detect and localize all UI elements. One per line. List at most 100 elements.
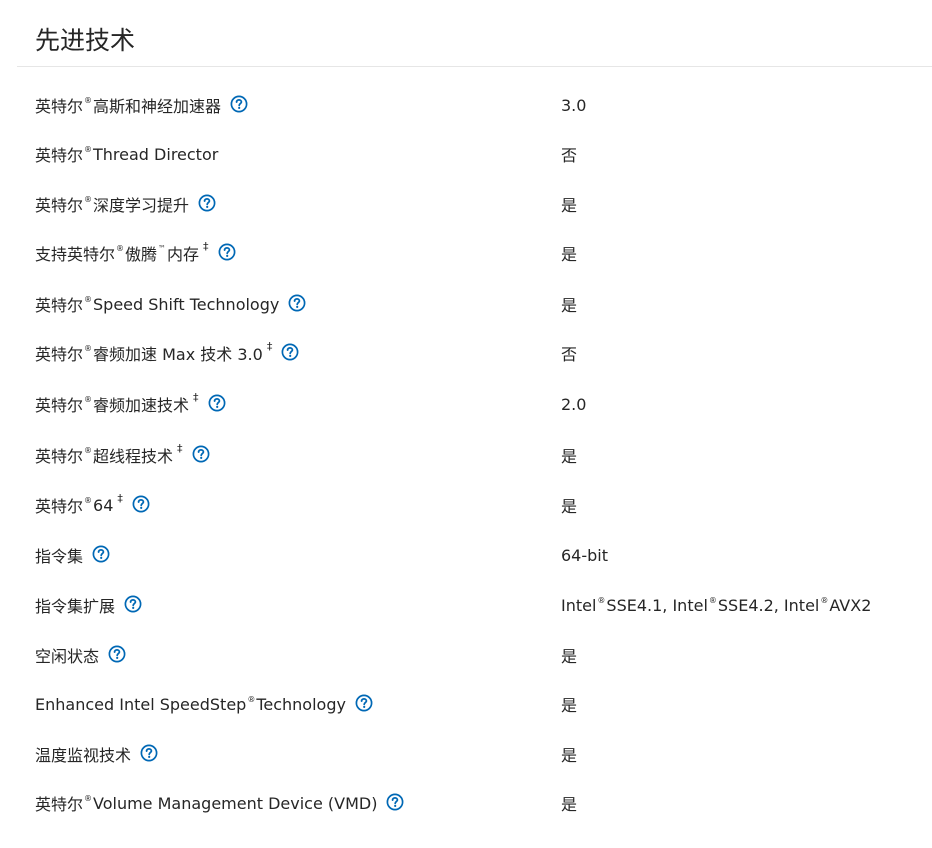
label-text: 深度学习提升 xyxy=(93,196,190,215)
spec-label: 英特尔 ® Speed Shift Technology xyxy=(35,279,306,329)
help-circle-icon[interactable] xyxy=(140,744,158,762)
dagger-mark: ‡ xyxy=(266,339,273,353)
label-text: 英特尔 xyxy=(35,296,84,315)
spec-value: 否 xyxy=(561,146,578,165)
help-circle-icon[interactable] xyxy=(230,95,248,113)
spec-row: 英特尔 ® 睿频加速 Max 技术 3.0 ‡ 否 xyxy=(0,328,932,378)
label-text: 64 xyxy=(93,495,114,515)
spec-row: 英特尔 ® 64 ‡ 是 xyxy=(0,480,932,530)
spec-value: 是 xyxy=(561,245,578,264)
registered-mark: ® xyxy=(247,694,256,704)
help-circle-icon[interactable] xyxy=(124,595,142,613)
help-circle-icon[interactable] xyxy=(132,495,150,513)
spec-label: 空闲状态 xyxy=(35,630,126,680)
label-text: Volume Management Device (VMD) xyxy=(93,793,378,813)
label-text: 内存 xyxy=(167,245,200,264)
registered-mark: ® xyxy=(597,595,606,605)
spec-row: 英特尔 ® 深度学习提升 是 xyxy=(0,179,932,229)
spec-row: 英特尔 ® Speed Shift Technology 是 xyxy=(0,279,932,329)
value-text: SSE4.1, Intel xyxy=(606,595,708,615)
spec-row: 支持英特尔 ® 傲腾 ™ 内存 ‡ 是 xyxy=(0,228,932,278)
registered-mark: ® xyxy=(84,394,93,404)
spec-label: 英特尔 ® 睿频加速技术 ‡ xyxy=(35,379,226,429)
help-circle-icon[interactable] xyxy=(281,343,299,361)
label-text: 傲腾 xyxy=(125,245,158,264)
label-text: Technology xyxy=(256,694,346,714)
label-text: 睿频加速 Max 技术 3.0 xyxy=(93,345,263,364)
spec-row: 英特尔 ® 睿频加速技术 ‡ 2.0 xyxy=(0,379,932,429)
registered-mark: ® xyxy=(708,595,717,605)
label-text: 英特尔 xyxy=(35,396,84,415)
spec-value: 是 xyxy=(561,296,578,315)
spec-value: 64-bit xyxy=(561,545,609,565)
spec-value: 否 xyxy=(561,345,578,364)
label-text: 英特尔 xyxy=(35,146,84,165)
registered-mark: ® xyxy=(84,343,93,353)
spec-value: 是 xyxy=(561,196,578,215)
help-circle-icon[interactable] xyxy=(198,194,216,212)
spec-row: 指令集扩展 Intel ® SSE4.1, Intel ® SSE4.2, Inte… xyxy=(0,580,932,630)
help-circle-icon[interactable] xyxy=(386,793,404,811)
spec-label: 英特尔 ® 超线程技术 ‡ xyxy=(35,430,210,480)
spec-label: 英特尔 ® 深度学习提升 xyxy=(35,179,216,229)
spec-label: Enhanced Intel SpeedStep ® Technology xyxy=(35,679,373,729)
label-text: 英特尔 xyxy=(35,97,84,116)
registered-mark: ® xyxy=(84,194,93,204)
spec-value: 2.0 xyxy=(561,394,587,414)
label-text: Thread Director xyxy=(93,144,219,164)
spec-label: 温度监视技术 xyxy=(35,729,158,779)
spec-value: 是 xyxy=(561,497,578,516)
help-circle-icon[interactable] xyxy=(288,294,306,312)
spec-value: 是 xyxy=(561,696,578,715)
label-text: 空闲状态 xyxy=(35,647,100,666)
registered-mark: ® xyxy=(116,243,125,253)
dagger-mark: ‡ xyxy=(203,239,209,253)
spec-value: 是 xyxy=(561,447,578,466)
trademark-mark: ™ xyxy=(158,243,167,253)
registered-mark: ® xyxy=(84,495,93,505)
label-text: 英特尔 xyxy=(35,497,84,516)
label-text: 指令集扩展 xyxy=(35,597,116,616)
help-circle-icon[interactable] xyxy=(92,545,110,563)
help-circle-icon[interactable] xyxy=(218,243,236,261)
spec-label: 指令集扩展 xyxy=(35,580,142,630)
spec-label: 英特尔 ® 64 ‡ xyxy=(35,480,150,530)
help-circle-icon[interactable] xyxy=(355,694,373,712)
spec-row: 空闲状态 是 xyxy=(0,630,932,680)
label-text: Speed Shift Technology xyxy=(93,294,280,314)
help-circle-icon[interactable] xyxy=(108,645,126,663)
section-header: 先进技术 xyxy=(17,0,932,67)
spec-label: 英特尔 ® Volume Management Device (VMD) xyxy=(35,778,404,828)
spec-row: 英特尔 ® Thread Director 否 xyxy=(0,129,932,179)
registered-mark: ® xyxy=(84,144,93,154)
spec-label: 支持英特尔 ® 傲腾 ™ 内存 ‡ xyxy=(35,228,236,278)
dagger-mark: ‡ xyxy=(193,390,199,404)
spec-value: 3.0 xyxy=(561,95,587,115)
spec-row: 英特尔 ® 高斯和神经加速器 3.0 xyxy=(0,80,932,130)
label-text: 英特尔 xyxy=(35,447,84,466)
spec-row: Enhanced Intel SpeedStep ® Technology 是 xyxy=(0,679,932,729)
label-text: 支持英特尔 xyxy=(35,245,116,264)
registered-mark: ® xyxy=(84,445,93,455)
spec-row: 指令集 64-bit xyxy=(0,530,932,580)
help-circle-icon[interactable] xyxy=(192,445,210,463)
registered-mark: ® xyxy=(84,95,93,105)
registered-mark: ® xyxy=(84,294,93,304)
label-text: 超线程技术 xyxy=(93,447,174,466)
spec-value: Intel ® SSE4.1, Intel ® SSE4.2, Intel ® AVX… xyxy=(561,580,871,630)
label-text: 指令集 xyxy=(35,547,84,566)
label-text: 英特尔 xyxy=(35,795,84,814)
label-text: 温度监视技术 xyxy=(35,746,132,765)
spec-row: 英特尔 ® 超线程技术 ‡ 是 xyxy=(0,430,932,480)
label-text: Enhanced Intel SpeedStep xyxy=(35,694,247,714)
spec-row: 温度监视技术 是 xyxy=(0,729,932,779)
registered-mark: ® xyxy=(820,595,829,605)
spec-value: 是 xyxy=(561,647,578,666)
spec-value: 是 xyxy=(561,795,578,814)
help-circle-icon[interactable] xyxy=(208,394,226,412)
label-text: 英特尔 xyxy=(35,345,84,364)
dagger-mark: ‡ xyxy=(117,491,123,505)
spec-label: 指令集 xyxy=(35,530,110,580)
label-text: 睿频加速技术 xyxy=(93,396,190,415)
value-text: Intel xyxy=(561,595,597,615)
